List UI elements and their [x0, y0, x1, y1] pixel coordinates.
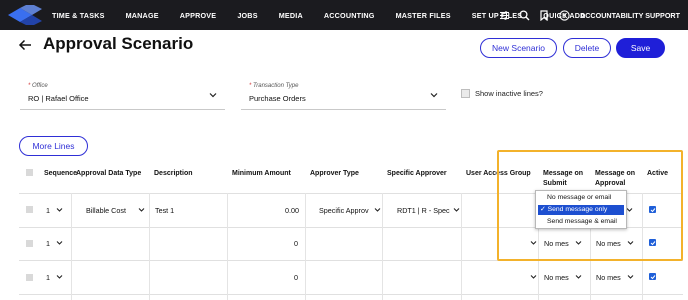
- minimum-amount-cell[interactable]: 0: [294, 239, 298, 248]
- chevron-down-icon[interactable]: [453, 207, 460, 213]
- show-inactive-checkbox[interactable]: [461, 89, 470, 98]
- search-icon[interactable]: [518, 9, 530, 21]
- top-nav-bar: TIME & TASKS MANAGE APPROVE JOBS MEDIA A…: [0, 0, 688, 30]
- minimum-amount-cell[interactable]: 0.00: [285, 206, 299, 215]
- table-divider: [19, 294, 683, 295]
- chevron-down-icon[interactable]: [374, 207, 381, 213]
- sequence-cell[interactable]: 1: [46, 273, 50, 282]
- column-header-sequence[interactable]: Sequence: [44, 169, 77, 179]
- page-title: Approval Scenario: [43, 34, 194, 53]
- chevron-down-icon[interactable]: [430, 91, 438, 99]
- column-header-approver-type[interactable]: Approver Type: [310, 169, 359, 179]
- chevron-down-icon[interactable]: [138, 207, 145, 213]
- delete-button[interactable]: Delete: [563, 38, 611, 58]
- chevron-down-icon[interactable]: [530, 274, 537, 280]
- column-header-specific-approver[interactable]: Specific Approver: [387, 169, 447, 179]
- chevron-down-icon[interactable]: [627, 274, 634, 280]
- approver-type-cell[interactable]: Specific Approv: [319, 206, 369, 215]
- minimum-amount-cell[interactable]: 0: [294, 273, 298, 282]
- column-divider: [305, 193, 306, 300]
- office-select[interactable]: * Office RO | Rafael Office: [20, 80, 225, 110]
- office-value: RO | Rafael Office: [28, 94, 89, 103]
- column-divider: [149, 193, 150, 300]
- select-all-checkbox[interactable]: [26, 169, 33, 176]
- nav-item-jobs[interactable]: JOBS: [237, 11, 257, 20]
- help-icon[interactable]: ?: [558, 9, 570, 21]
- row-checkbox[interactable]: [26, 274, 33, 281]
- nav-item-approve[interactable]: APPROVE: [180, 11, 217, 20]
- nav-item-manage[interactable]: MANAGE: [126, 11, 159, 20]
- column-header-description[interactable]: Description: [154, 169, 193, 179]
- sliders-icon[interactable]: [498, 9, 510, 21]
- chevron-down-icon[interactable]: [575, 274, 582, 280]
- show-inactive-label: Show inactive lines?: [475, 89, 543, 98]
- chevron-down-icon[interactable]: [209, 91, 217, 99]
- column-header-minimum-amount[interactable]: Minimum Amount: [232, 169, 291, 179]
- app-logo-icon[interactable]: [6, 5, 44, 25]
- nav-item-time-tasks[interactable]: TIME & TASKS: [52, 11, 105, 20]
- chevron-down-icon[interactable]: [56, 274, 63, 280]
- description-cell[interactable]: Test 1: [155, 206, 174, 215]
- column-divider: [461, 193, 462, 300]
- column-divider: [227, 193, 228, 300]
- sequence-cell[interactable]: 1: [46, 206, 50, 215]
- nav-item-accounting[interactable]: ACCOUNTING: [324, 11, 375, 20]
- new-scenario-button[interactable]: New Scenario: [480, 38, 557, 58]
- save-button[interactable]: Save: [616, 38, 665, 58]
- nav-item-media[interactable]: MEDIA: [279, 11, 303, 20]
- chevron-down-icon[interactable]: [56, 207, 63, 213]
- message-on-approval-cell[interactable]: No mes: [596, 273, 621, 282]
- approval-data-type-cell[interactable]: Billable Cost: [86, 206, 126, 215]
- active-checkbox[interactable]: [649, 273, 656, 280]
- row-checkbox[interactable]: [26, 240, 33, 247]
- transaction-type-label: * Transaction Type: [249, 83, 299, 89]
- back-arrow-icon[interactable]: [18, 38, 32, 52]
- transaction-type-select[interactable]: * Transaction Type Purchase Orders: [241, 80, 446, 110]
- message-on-submit-cell[interactable]: No mes: [544, 273, 569, 282]
- nav-right-tools: ? ACCOUNTABILITY SUPPORT: [498, 0, 680, 30]
- sequence-cell[interactable]: 1: [46, 239, 50, 248]
- transaction-type-value: Purchase Orders: [249, 94, 306, 103]
- specific-approver-cell[interactable]: RDT1 | R - Spec: [397, 206, 450, 215]
- account-name[interactable]: ACCOUNTABILITY SUPPORT: [580, 11, 680, 20]
- svg-text:?: ?: [562, 13, 566, 20]
- chevron-down-icon[interactable]: [56, 240, 63, 246]
- column-header-approval-data-type[interactable]: Approval Data Type: [76, 169, 141, 179]
- nav-item-master-files[interactable]: MASTER FILES: [396, 11, 451, 20]
- more-lines-button[interactable]: More Lines: [19, 136, 88, 156]
- office-label: * Office: [28, 83, 48, 89]
- row-checkbox[interactable]: [26, 206, 33, 213]
- column-divider: [71, 193, 72, 300]
- column-divider: [382, 193, 383, 300]
- highlight-frame: [497, 150, 683, 261]
- bookmark-icon[interactable]: [538, 9, 550, 21]
